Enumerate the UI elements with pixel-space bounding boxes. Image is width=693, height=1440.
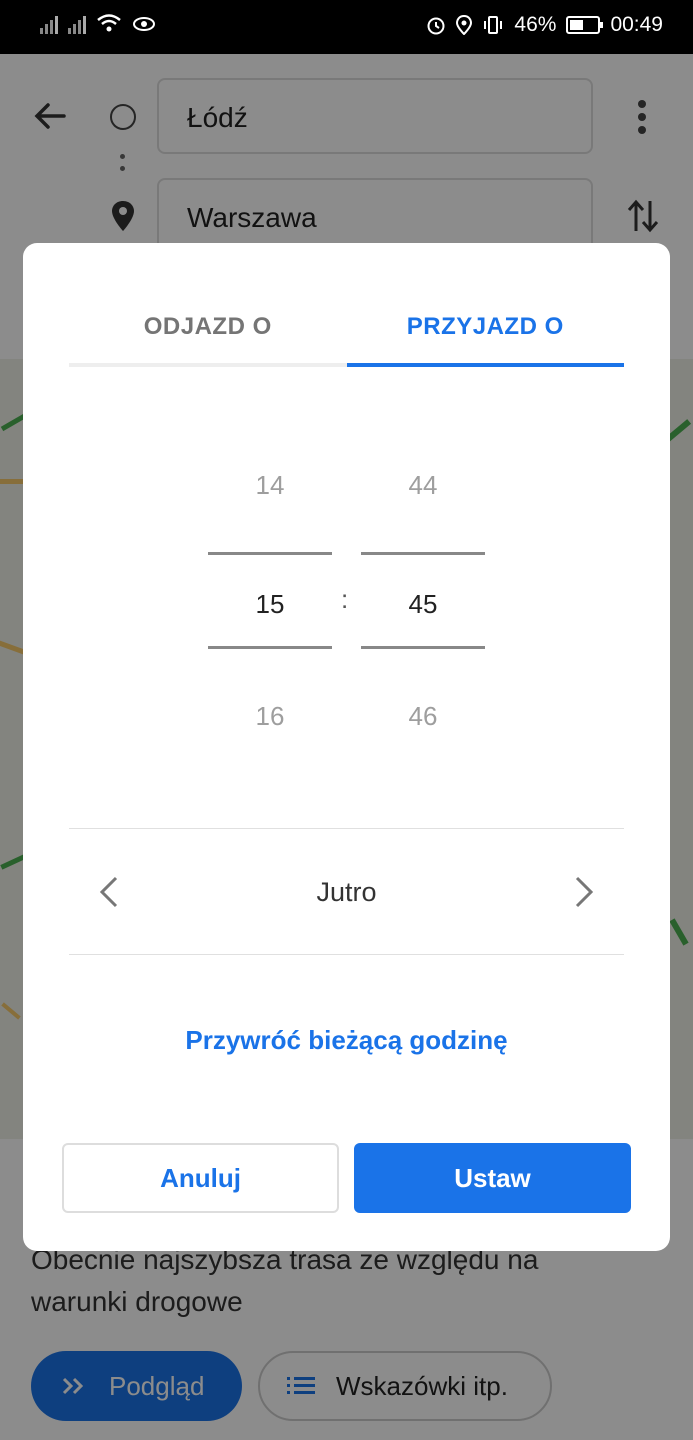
date-label: Jutro	[316, 877, 377, 907]
signal-icon	[40, 12, 58, 34]
minute-prev[interactable]: 44	[361, 470, 485, 500]
alarm-icon	[427, 17, 445, 35]
signal-icon	[68, 12, 86, 34]
set-button[interactable]: Ustaw	[354, 1143, 631, 1213]
status-left	[40, 12, 156, 34]
minute-next[interactable]: 46	[361, 701, 485, 731]
hour-prev[interactable]: 14	[208, 470, 332, 500]
time-separator: :	[341, 584, 349, 614]
battery-icon	[566, 16, 604, 34]
wifi-icon	[97, 14, 121, 32]
hour-selected[interactable]: 15	[208, 552, 332, 649]
cancel-button[interactable]: Anuluj	[62, 1143, 339, 1213]
tab-departure[interactable]: ODJAZD O	[69, 303, 347, 363]
tab-arrival[interactable]: PRZYJAZD O	[346, 303, 625, 367]
status-right: 46% 00:49	[426, 13, 663, 37]
hour-wheel[interactable]: 14 15 16	[208, 438, 332, 731]
reset-time-link[interactable]: Przywróć bieżącą godzinę	[23, 1025, 670, 1056]
eye-icon	[133, 17, 155, 31]
hour-next[interactable]: 16	[208, 701, 332, 731]
date-selector: Jutro	[69, 828, 624, 955]
time-mode-tabs: ODJAZD O PRZYJAZD O	[69, 303, 624, 367]
minute-wheel[interactable]: 44 45 46	[361, 438, 485, 731]
time-picker-dialog: ODJAZD O PRZYJAZD O 14 15 16 : 44 45 46 …	[23, 243, 670, 1251]
chevron-right-icon[interactable]	[572, 875, 596, 909]
time-picker: 14 15 16 : 44 45 46	[23, 438, 670, 768]
location-icon	[456, 15, 473, 35]
vibrate-icon	[484, 16, 503, 34]
battery-percent: 46%	[514, 13, 557, 36]
minute-selected[interactable]: 45	[361, 552, 485, 649]
clock: 00:49	[610, 13, 663, 36]
status-bar: 46% 00:49	[0, 0, 693, 54]
